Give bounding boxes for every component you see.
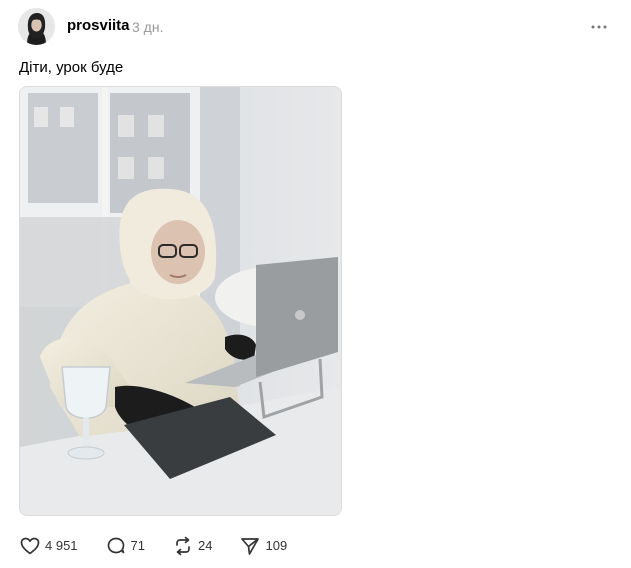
repost-count: 24 — [198, 538, 213, 553]
heart-icon — [19, 535, 41, 557]
photo-woman-laptop-icon — [20, 87, 341, 515]
avatar[interactable] — [18, 8, 55, 45]
post-card: prosviita 3 дн. Діти, урок буде 4 951 71… — [0, 0, 631, 568]
reply-button[interactable]: 71 — [105, 535, 145, 557]
post-timestamp[interactable]: 3 дн. — [132, 18, 163, 36]
share-button[interactable]: 109 — [239, 535, 287, 557]
username[interactable]: prosviita — [67, 17, 130, 35]
post-image[interactable] — [19, 86, 342, 516]
like-count: 4 951 — [45, 538, 78, 553]
action-bar: 4 951 71 24 109 — [19, 535, 314, 557]
more-options-button[interactable] — [587, 15, 611, 39]
repost-icon — [172, 535, 194, 557]
send-icon — [239, 535, 261, 557]
reply-count: 71 — [130, 538, 146, 553]
repost-button[interactable]: 24 — [172, 535, 212, 557]
profile-avatar-icon — [18, 8, 55, 45]
share-count: 109 — [265, 538, 288, 553]
post-caption: Діти, урок буде — [19, 59, 124, 76]
like-button[interactable]: 4 951 — [19, 535, 78, 557]
more-horizontal-icon — [591, 25, 607, 29]
comment-icon — [105, 535, 127, 557]
